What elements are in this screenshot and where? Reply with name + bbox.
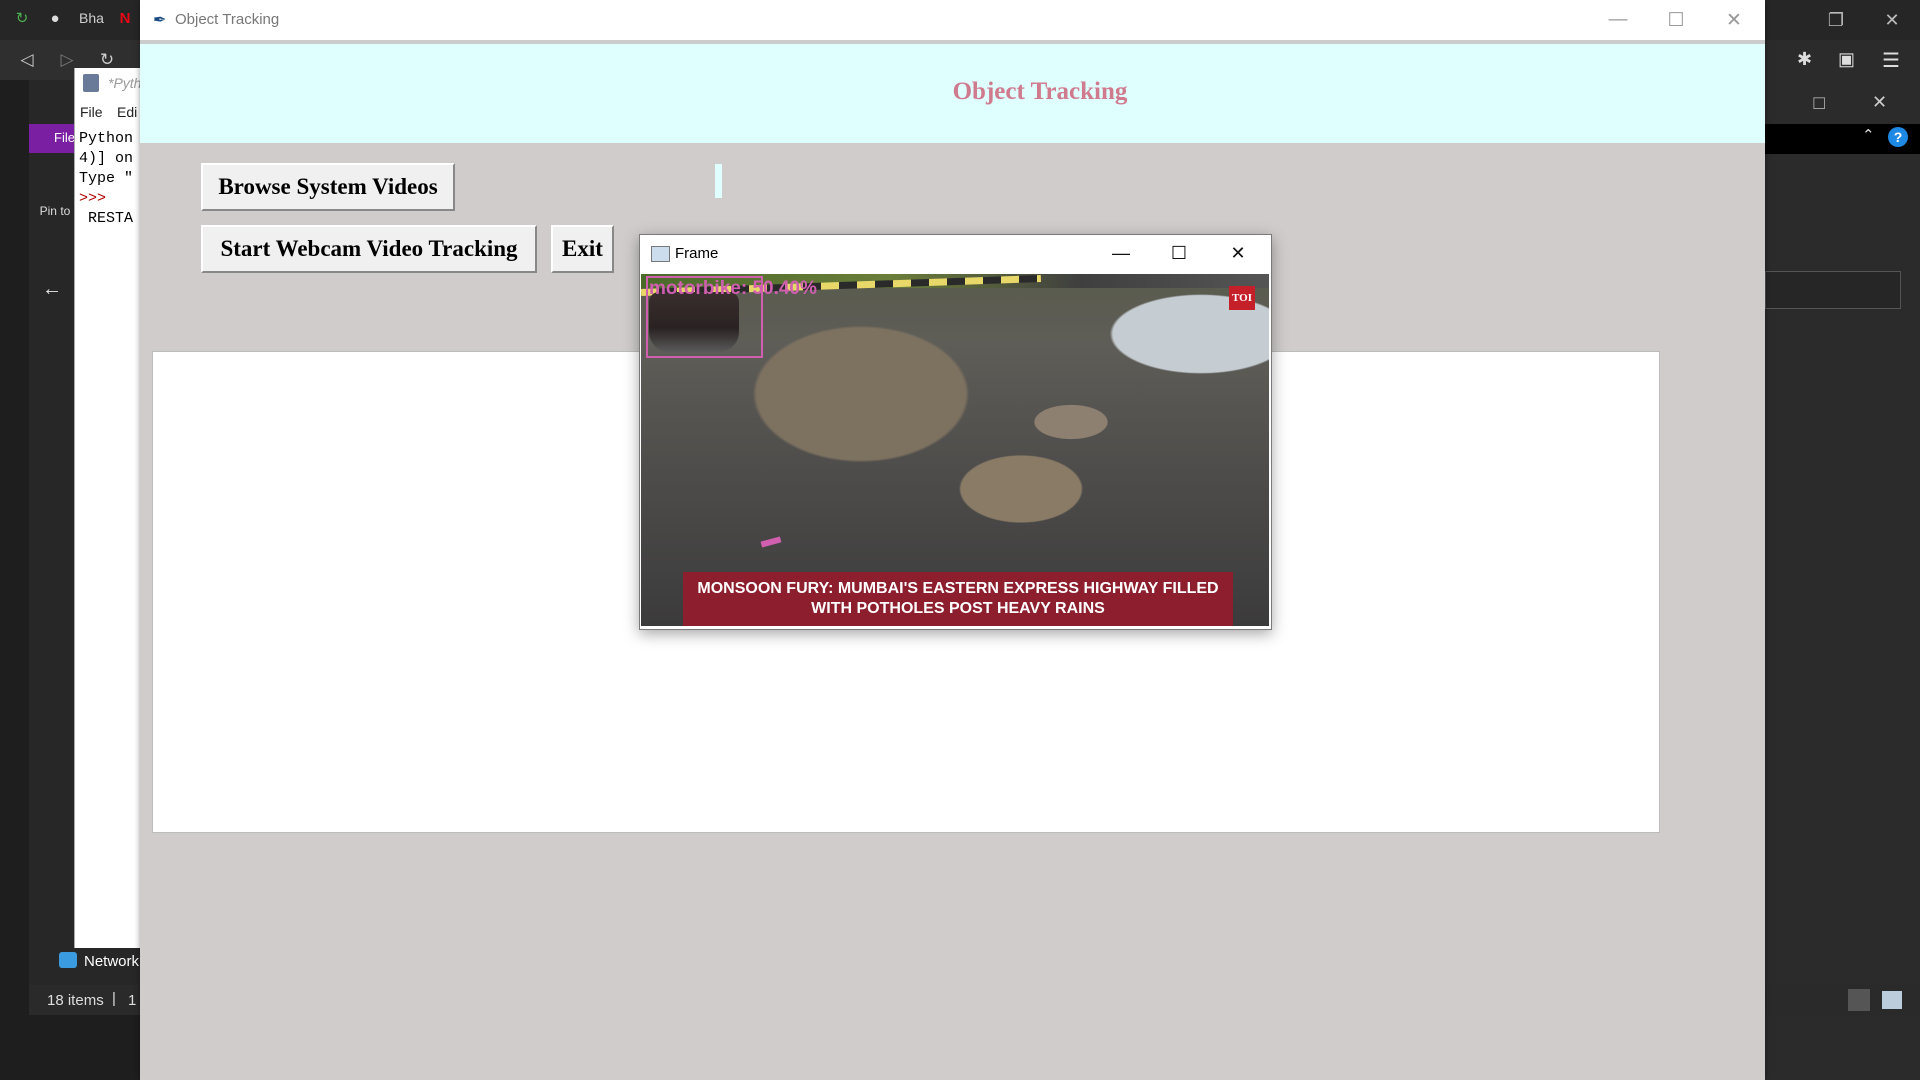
github-icon[interactable]: ● [45, 8, 65, 28]
status-separator: | [112, 990, 116, 1007]
browser-restore-icon[interactable]: ❐ [1818, 6, 1854, 34]
frame-window-icon [651, 246, 670, 262]
detection-label: motorbike: 50.40% [649, 278, 817, 299]
netflix-icon[interactable]: N [115, 8, 135, 28]
shell-menu-file[interactable]: File [80, 104, 103, 120]
python-shell-icon [83, 74, 99, 92]
video-frame: motorbike: 50.40% TOI MONSOON FURY: MUMB… [641, 274, 1269, 626]
help-icon[interactable]: ? [1888, 127, 1908, 147]
network-label[interactable]: Network [84, 953, 139, 970]
chevron-up-icon[interactable]: ⌃ [1862, 126, 1875, 144]
details-view-icon[interactable] [1848, 989, 1870, 1011]
toi-logo: TOI [1229, 286, 1255, 310]
explorer-file-label: File [54, 130, 75, 145]
items-selected: 1 [128, 992, 137, 1009]
items-count: 18 items [47, 992, 104, 1009]
shell-line: 4)] on [79, 150, 134, 167]
start-webcam-tracking-button[interactable]: Start Webcam Video Tracking [201, 225, 537, 273]
main-titlebar[interactable] [140, 0, 1765, 41]
exit-button[interactable]: Exit [551, 225, 614, 273]
news-banner: MONSOON FURY: MUMBAI'S EASTERN EXPRESS H… [683, 572, 1233, 626]
text-cursor-marker [715, 164, 722, 198]
frame-minimize-icon[interactable]: — [1092, 236, 1150, 270]
window-title: Object Tracking [175, 11, 280, 28]
python-shell-title: *Pyth [108, 75, 142, 91]
back-icon[interactable]: ◁ [12, 47, 42, 73]
browser-tab-label[interactable]: Bha [79, 10, 104, 26]
browser-menu-icon[interactable]: ☰ [1882, 48, 1900, 73]
shell-line: Type " [79, 170, 134, 187]
shell-line: RESTA [79, 210, 134, 227]
frame-close-icon[interactable]: ✕ [1209, 236, 1267, 270]
page-title: Object Tracking [952, 78, 1128, 105]
shell-prompt: >>> [79, 190, 107, 207]
frame-maximize-icon[interactable]: ☐ [1150, 236, 1208, 270]
minimize-icon[interactable]: — [1589, 0, 1647, 40]
large-icons-view-icon[interactable] [1882, 991, 1902, 1009]
maximize-icon[interactable]: ☐ [1647, 0, 1705, 40]
back-arrow-icon[interactable]: ← [42, 278, 62, 301]
frame-window-title: Frame [675, 245, 719, 262]
wallet-icon[interactable]: ▣ [1838, 49, 1855, 70]
close-icon[interactable]: ✕ [1705, 0, 1763, 40]
feather-icon: ✒ [153, 12, 167, 29]
browser-close-icon[interactable]: ✕ [1874, 6, 1910, 34]
right-background [1765, 40, 1920, 1080]
tracking-marker [760, 536, 782, 548]
shell-menu-edit[interactable]: Edi [117, 104, 137, 120]
search-field[interactable] [1765, 271, 1901, 309]
extensions-icon[interactable]: ✱ [1797, 49, 1812, 70]
refresh-green-icon[interactable]: ↻ [12, 8, 32, 28]
browse-system-videos-button[interactable]: Browse System Videos [201, 163, 455, 211]
shell-line: Python [79, 130, 134, 147]
network-icon [59, 952, 77, 968]
